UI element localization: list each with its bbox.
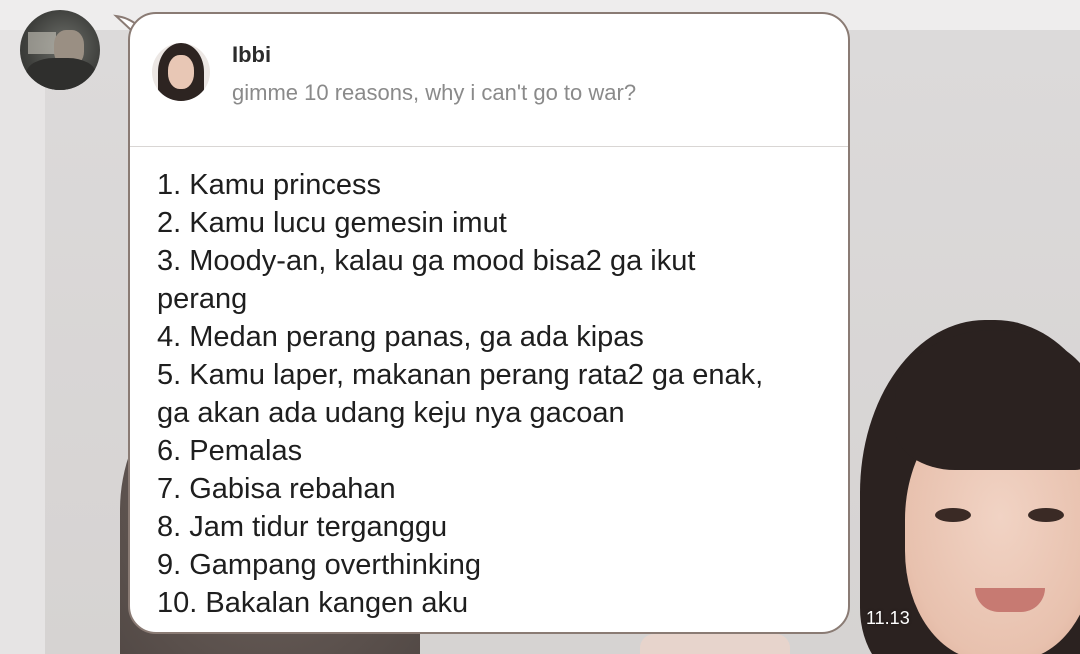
- message-line: 1. Kamu princess: [157, 169, 382, 201]
- quoted-message[interactable]: Ibbi gimme 10 reasons, why i can't go to…: [130, 14, 848, 147]
- message-line: 2. Kamu lucu gemesin imut: [157, 207, 507, 239]
- message-line: 6. Pemalas: [157, 435, 303, 467]
- message-timestamp: 11.13: [866, 608, 910, 628]
- sender-avatar[interactable]: [20, 10, 100, 90]
- quoted-author: Ibbi: [232, 42, 272, 67]
- quoted-text: gimme 10 reasons, why i can't go to war?: [232, 80, 637, 105]
- message-text: 1. Kamu princess 2. Kamu lucu gemesin im…: [157, 166, 827, 622]
- message-line: 5. Kamu laper, makanan perang rata2 ga e…: [157, 359, 764, 391]
- message-line: ga akan ada udang keju nya gacoan: [157, 397, 625, 429]
- quoted-avatar: [152, 43, 210, 101]
- message-line: 3. Moody-an, kalau ga mood bisa2 ga ikut: [157, 245, 696, 277]
- message-line: 4. Medan perang panas, ga ada kipas: [157, 321, 644, 353]
- message-line: 10. Bakalan kangen aku: [157, 587, 469, 619]
- message-bubble[interactable]: Ibbi gimme 10 reasons, why i can't go to…: [128, 12, 850, 634]
- message-line: perang: [157, 283, 248, 315]
- message-line: 9. Gampang overthinking: [157, 549, 482, 581]
- message-line: 7. Gabisa rebahan: [157, 473, 396, 505]
- message-line: 8. Jam tidur terganggu: [157, 511, 448, 543]
